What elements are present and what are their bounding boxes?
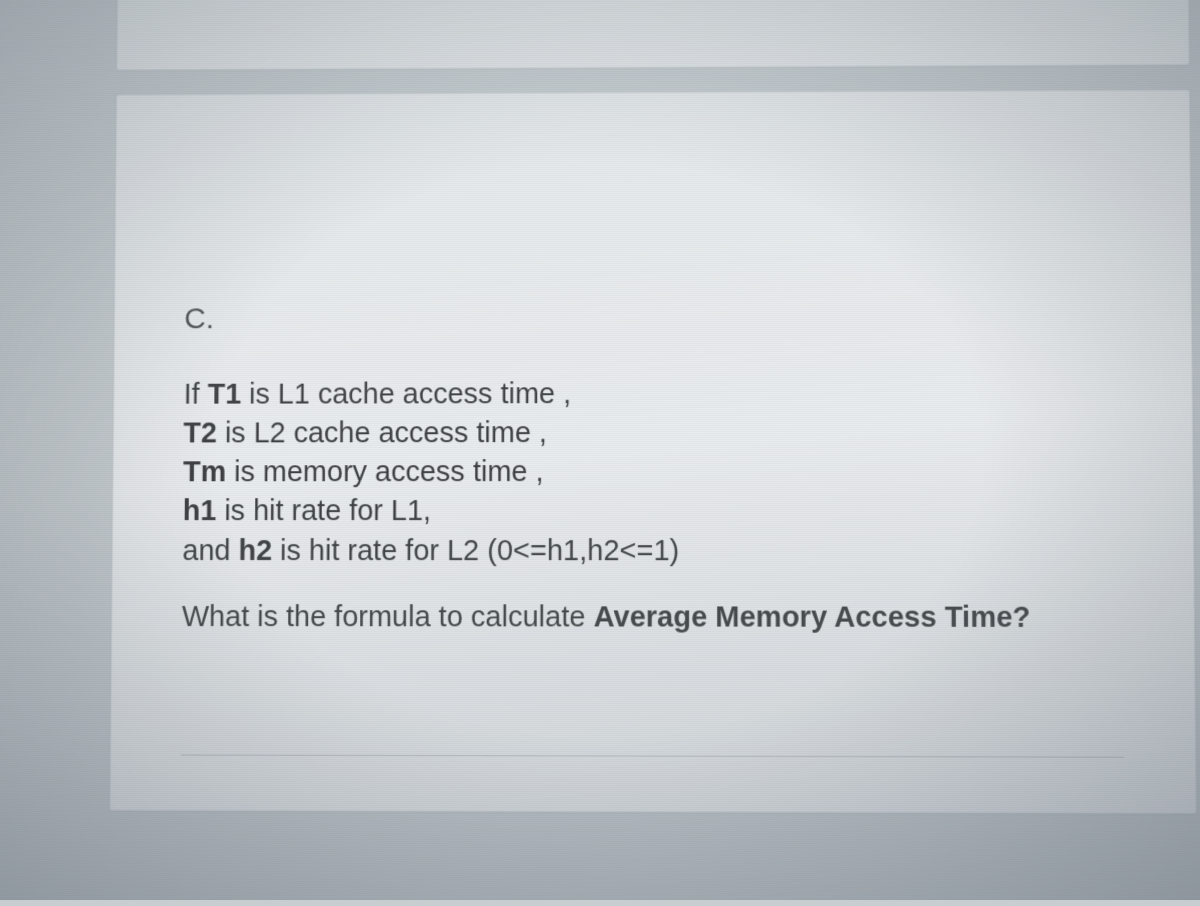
definition-line-h2: and h2 is hit rate for L2 (0<=h1,h2<=1) — [182, 532, 1122, 571]
variable-t1: T1 — [207, 379, 241, 411]
text-fragment: and — [182, 535, 238, 567]
question-body: If T1 is L1 cache access time , T2 is L2… — [182, 374, 1122, 571]
text-fragment: is hit rate for L2 (0<=h1,h2<=1) — [272, 535, 679, 567]
question-card: C. If T1 is L1 cache access time , T2 is… — [110, 90, 1197, 814]
text-fragment: is hit rate for L1, — [216, 496, 431, 528]
text-fragment: If — [184, 379, 208, 411]
text-fragment: is memory access time , — [226, 456, 544, 488]
item-label: C. — [184, 300, 1120, 336]
definition-line-tm: Tm is memory access time , — [183, 453, 1122, 493]
prompt-emphasis: Average Memory Access Time? — [593, 601, 1030, 634]
definition-line-h1: h1 is hit rate for L1, — [183, 492, 1122, 531]
variable-h1: h1 — [183, 496, 217, 528]
page-area: C. If T1 is L1 cache access time , T2 is… — [109, 0, 1198, 906]
variable-t2: T2 — [183, 418, 217, 450]
section-divider — [181, 754, 1124, 757]
text-fragment: What is the formula to calculate — [182, 601, 594, 633]
previous-card-fragment — [117, 0, 1190, 70]
definition-line-t2: T2 is L2 cache access time , — [183, 414, 1121, 454]
variable-tm: Tm — [183, 457, 226, 489]
definition-line-t1: If T1 is L1 cache access time , — [184, 374, 1122, 414]
text-fragment: is L1 cache access time , — [241, 378, 571, 410]
question-prompt: What is the formula to calculate Average… — [182, 601, 1123, 635]
variable-h2: h2 — [238, 535, 272, 567]
text-fragment: is L2 cache access time , — [217, 417, 547, 449]
